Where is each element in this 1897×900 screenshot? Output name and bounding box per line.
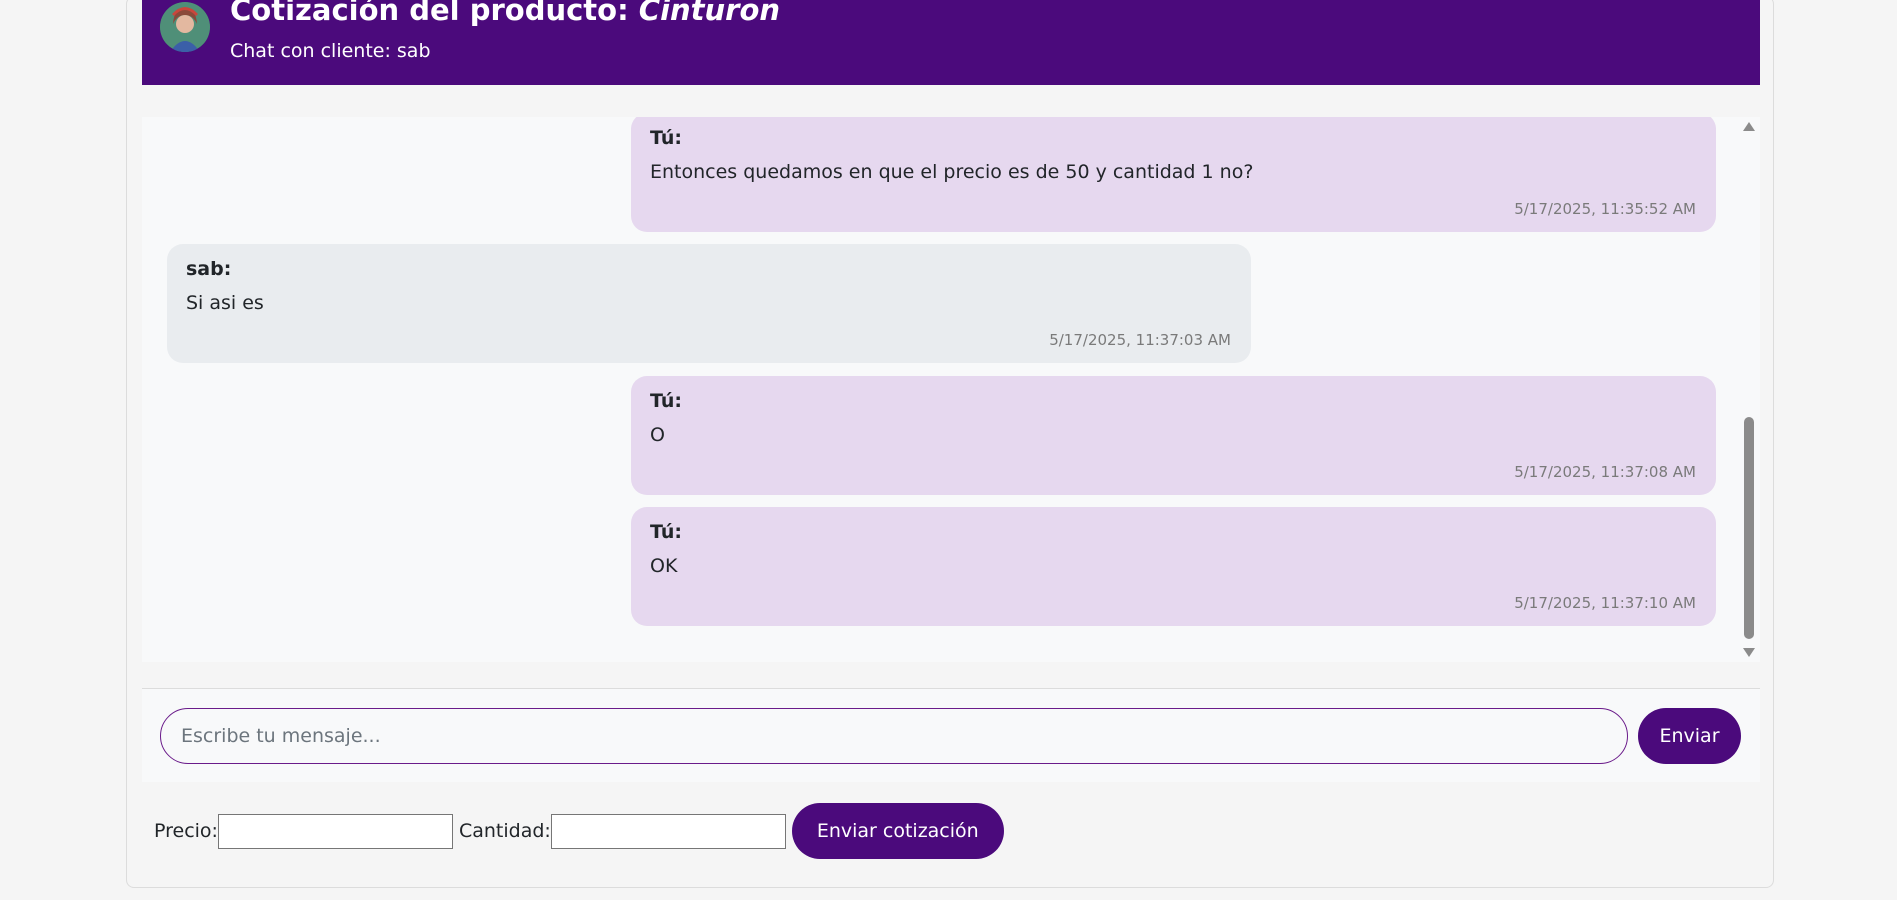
message-timestamp: 5/17/2025, 11:35:52 AM — [1514, 200, 1696, 218]
send-button[interactable]: Enviar — [1638, 708, 1741, 764]
message-sender: Tú: — [650, 521, 682, 543]
message-list[interactable]: Tú: Entonces quedamos en que el precio e… — [142, 117, 1760, 662]
quote-form: Precio: Cantidad: Enviar cotización — [154, 803, 1004, 859]
message-bubble-received: sab: Si asi es 5/17/2025, 11:37:03 AM — [167, 244, 1251, 363]
message-text: O — [650, 424, 665, 446]
quantity-input[interactable] — [550, 813, 786, 849]
chat-subtitle: Chat con cliente: sab — [230, 40, 431, 62]
avatar — [160, 2, 210, 52]
message-composer: Enviar — [142, 689, 1760, 782]
message-timestamp: 5/17/2025, 11:37:10 AM — [1514, 594, 1696, 612]
page-title: Cotización del producto: Cinturon — [230, 0, 780, 28]
message-timestamp: 5/17/2025, 11:37:03 AM — [1049, 331, 1231, 349]
avatar-image — [160, 2, 210, 52]
message-text: Entonces quedamos en que el precio es de… — [650, 161, 1254, 183]
message-input[interactable] — [160, 708, 1628, 764]
send-quote-button[interactable]: Enviar cotización — [791, 803, 1004, 859]
message-sender: sab: — [186, 258, 232, 280]
scroll-thumb[interactable] — [1744, 417, 1754, 639]
quantity-label: Cantidad: — [458, 820, 551, 842]
message-bubble-sent: Tú: OK 5/17/2025, 11:37:10 AM — [631, 507, 1716, 626]
message-text: Si asi es — [186, 292, 264, 314]
scroll-up-icon[interactable] — [1743, 122, 1755, 131]
product-name: Cinturon — [638, 0, 781, 27]
title-prefix: Cotización del producto: — [230, 0, 639, 27]
message-text: OK — [650, 555, 678, 577]
chat-scrollbar[interactable] — [1742, 117, 1756, 662]
scroll-down-icon[interactable] — [1743, 648, 1755, 657]
message-sender: Tú: — [650, 127, 682, 149]
price-label: Precio: — [154, 820, 218, 842]
message-bubble-sent: Tú: Entonces quedamos en que el precio e… — [631, 117, 1716, 232]
message-bubble-sent: Tú: O 5/17/2025, 11:37:08 AM — [631, 376, 1716, 495]
message-sender: Tú: — [650, 390, 682, 412]
price-input[interactable] — [217, 813, 453, 849]
chat-header: Cotización del producto: Cinturon Chat c… — [142, 0, 1760, 85]
message-timestamp: 5/17/2025, 11:37:08 AM — [1514, 463, 1696, 481]
